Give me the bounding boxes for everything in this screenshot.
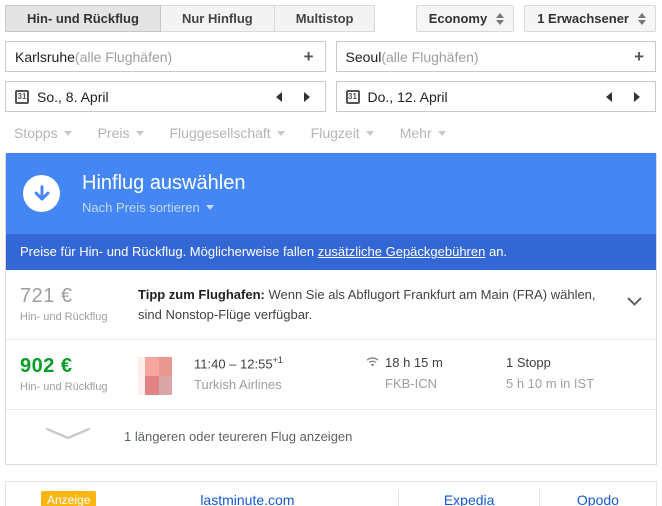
wifi-icon [366, 355, 379, 370]
chevron-down-icon [63, 130, 72, 136]
cabin-class-select[interactable]: Economy [415, 5, 515, 32]
ad-link-expedia[interactable]: Expedia [398, 488, 538, 506]
destination-input[interactable]: Seoul (alle Flughäfen) + [335, 41, 656, 72]
depart-date-prev-icon[interactable] [275, 91, 282, 102]
ad-link-lastminute[interactable]: lastminute.com [96, 492, 398, 506]
depart-date-input[interactable]: 31 So., 8. April [5, 81, 326, 112]
spinner-icon [496, 12, 505, 25]
airline-logo [138, 357, 172, 395]
tab-oneway[interactable]: Nur Hinflug [160, 5, 275, 32]
flight-search-page: Hin- und Rückflug Nur Hinflug Multistop … [0, 0, 662, 506]
filter-bar: Stopps Preis Fluggesellschaft Flugzeit M… [0, 112, 662, 153]
baggage-fees-link[interactable]: zusätzliche Gepäckgebühren [318, 244, 486, 259]
results-header: Hinflug auswählen Nach Preis sortieren [6, 153, 656, 234]
flight-route: FKB-ICN [385, 376, 437, 391]
origin-input[interactable]: Karlsruhe (alle Flughäfen) + [5, 41, 326, 72]
results-card: Hinflug auswählen Nach Preis sortieren P… [5, 153, 657, 465]
destination-suffix: (alle Flughäfen) [381, 48, 479, 65]
airline-name: Turkish Airlines [194, 377, 282, 393]
return-date-input[interactable]: 31 Do., 12. April [335, 81, 656, 112]
flight-result-row[interactable]: 902 € Hin- und Rückflug 11:40 – 12:55+1 … [6, 340, 656, 410]
tip-price: 721 € [20, 285, 73, 307]
chevron-down-icon [205, 205, 214, 210]
destination-city: Seoul [345, 48, 382, 65]
trip-type-tabs: Hin- und Rückflug Nur Hinflug Multistop [5, 5, 376, 32]
airport-tip-row[interactable]: 721 € Hin- und Rückflug Tipp zum Flughaf… [6, 270, 656, 340]
airport-fields: Karlsruhe (alle Flughäfen) + Seoul (alle… [5, 41, 656, 72]
flight-times: 11:40 – 12:55+1 [194, 355, 283, 372]
filter-preis[interactable]: Preis [98, 125, 144, 141]
origin-suffix: (alle Flughäfen) [74, 48, 173, 65]
trip-options: Economy 1 Erwachsener [415, 5, 656, 32]
filter-fluggesellschaft[interactable]: Fluggesellschaft [170, 125, 285, 141]
baggage-notice: Preise für Hin- und Rückflug. Möglicherw… [6, 234, 656, 270]
results-title: Hinflug auswählen [82, 172, 246, 194]
filter-mehr[interactable]: Mehr [400, 125, 446, 141]
return-date-value: Do., 12. April [367, 88, 448, 105]
flight-price: 902 € [20, 355, 73, 377]
stopover-detail: 5 h 10 m in IST [506, 376, 595, 391]
tab-roundtrip[interactable]: Hin- und Rückflug [5, 5, 161, 32]
ad-badge: Anzeige [41, 490, 97, 506]
calendar-icon: 31 [15, 89, 29, 104]
tip-text: Tipp zum Flughafen: Wenn Sie als Abflugo… [138, 287, 596, 322]
chevron-down-icon [276, 130, 285, 136]
outbound-arrow-icon [23, 175, 60, 212]
chevron-down-icon [135, 130, 144, 136]
calendar-icon: 31 [345, 89, 360, 104]
origin-city: Karlsruhe [15, 48, 75, 65]
show-more-label: 1 längeren oder teureren Flug anzeigen [124, 428, 353, 444]
add-origin-airport-icon[interactable]: + [304, 47, 314, 67]
sort-dropdown[interactable]: Nach Preis sortieren [82, 200, 245, 215]
chevron-down-icon [45, 427, 91, 445]
depart-date-value: So., 8. April [37, 88, 109, 105]
chevron-down-icon [365, 130, 374, 136]
return-date-prev-icon[interactable] [606, 91, 612, 102]
add-destination-airport-icon[interactable]: + [634, 47, 644, 67]
filter-stopps[interactable]: Stopps [14, 125, 72, 141]
tab-multistop[interactable]: Multistop [274, 5, 376, 32]
depart-date-next-icon[interactable] [303, 91, 310, 102]
flight-duration: 18 h 15 m [385, 355, 443, 370]
flight-price-sub: Hin- und Rückflug [20, 381, 108, 393]
chevron-down-icon [437, 130, 446, 136]
date-fields: 31 So., 8. April 31 Do., 12. April [5, 81, 656, 112]
return-date-next-icon[interactable] [634, 91, 640, 102]
show-more-flights-row[interactable]: 1 längeren oder teureren Flug anzeigen [6, 410, 656, 464]
passenger-count-select[interactable]: 1 Erwachsener [524, 5, 656, 32]
tip-price-sub: Hin- und Rückflug [20, 311, 108, 323]
filter-flugzeit[interactable]: Flugzeit [311, 125, 374, 141]
passenger-count-value: 1 Erwachsener [537, 11, 629, 26]
ad-link-opodo[interactable]: Opodo [538, 488, 656, 506]
expand-tip-icon[interactable] [627, 293, 642, 311]
top-bar: Hin- und Rückflug Nur Hinflug Multistop … [5, 5, 656, 32]
cabin-class-value: Economy [428, 11, 488, 26]
flight-stops: 1 Stopp [506, 355, 551, 370]
ads-bar: Anzeige lastminute.com Expedia Opodo [5, 481, 657, 506]
spinner-icon [638, 12, 646, 25]
